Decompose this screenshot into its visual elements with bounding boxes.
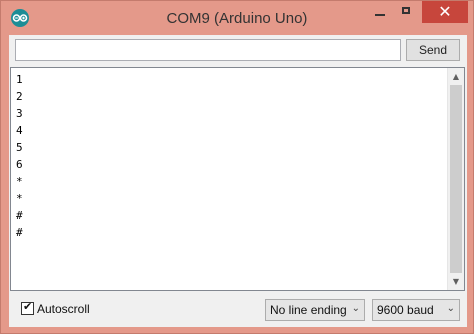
output-line: 6 [16,158,23,171]
output-line: * [16,175,23,188]
output-line: # [16,209,23,222]
autoscroll-label[interactable]: Autoscroll [37,302,90,316]
output-line: 1 [16,73,23,86]
line-ending-select[interactable]: No line ending ⌄ [265,299,365,321]
serial-input[interactable] [15,39,401,61]
baud-rate-value: 9600 baud [377,303,434,317]
baud-rate-select[interactable]: 9600 baud ⌄ [372,299,460,321]
serial-output[interactable]: 1 2 3 4 5 6 * * # # ▲ ▼ [10,67,465,291]
line-ending-value: No line ending [270,303,347,317]
serial-monitor-window: COM9 (Arduino Uno) ✕ Send 1 2 3 4 5 6 * * # # ▲ ▼… [0,0,474,334]
maximize-button[interactable] [394,1,420,23]
output-line: 3 [16,107,23,120]
output-line: * [16,192,23,205]
autoscroll-checkbox[interactable]: ✔ [21,300,34,315]
chevron-down-icon: ⌄ [446,303,455,314]
close-button[interactable]: ✕ [422,1,468,23]
output-lines: 1 2 3 4 5 6 * * # # [16,71,441,241]
checkmark-icon: ✔ [23,300,33,313]
scroll-up-icon[interactable]: ▲ [448,68,464,85]
minimize-button[interactable] [367,1,393,23]
close-icon: ✕ [438,2,452,21]
output-line: 4 [16,124,23,137]
minimize-icon [375,14,385,16]
vertical-scrollbar[interactable]: ▲ ▼ [447,68,464,290]
output-line: # [16,226,23,239]
status-row: ✔ Autoscroll No line ending ⌄ 9600 baud … [9,293,467,327]
scroll-down-icon[interactable]: ▼ [448,273,464,290]
output-line: 2 [16,90,23,103]
send-button[interactable]: Send [406,39,460,61]
scroll-thumb[interactable] [450,85,462,273]
output-line: 5 [16,141,23,154]
maximize-icon [402,7,410,14]
send-row: Send [9,35,467,67]
client-area: Send 1 2 3 4 5 6 * * # # ▲ ▼ ✔ Autoscroll No line… [9,35,467,327]
title-bar[interactable]: COM9 (Arduino Uno) ✕ [1,1,473,35]
chevron-down-icon: ⌄ [351,303,360,314]
